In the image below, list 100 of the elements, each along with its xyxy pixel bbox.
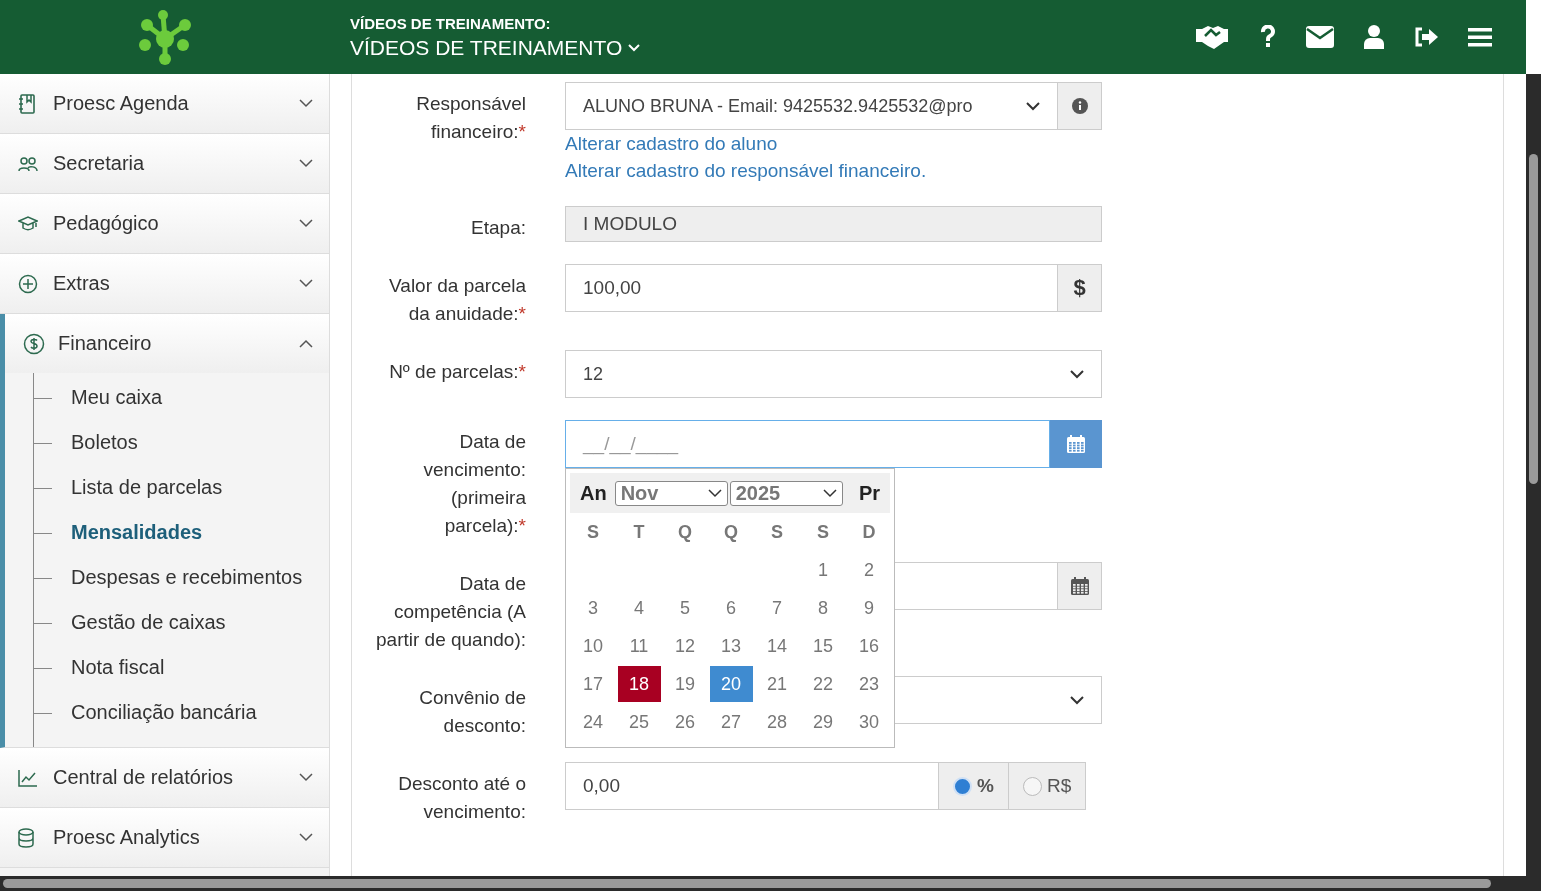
calendar-day[interactable]: 4 bbox=[617, 590, 661, 626]
calendar-day[interactable]: 2 bbox=[847, 552, 891, 588]
calendar-day[interactable]: 24 bbox=[571, 704, 615, 740]
calendar-day[interactable]: 9 bbox=[847, 590, 891, 626]
weekday-label: S bbox=[816, 521, 830, 543]
calendar-day[interactable]: 30 bbox=[847, 704, 891, 740]
sidebar-item[interactable]: Extras bbox=[0, 254, 329, 313]
date-field[interactable]: __/__/____ bbox=[565, 420, 1050, 468]
sidebar-item[interactable]: Central de relatórios bbox=[0, 748, 329, 807]
calendar-icon bbox=[1069, 576, 1090, 596]
month-select[interactable]: Nov bbox=[614, 480, 728, 506]
submenu-item[interactable]: Nota fiscal bbox=[34, 645, 329, 690]
readonly-field: I MODULO bbox=[565, 206, 1102, 242]
submenu-item[interactable]: Boletos bbox=[34, 420, 329, 465]
sidebar-item[interactable]: Proesc Analytics bbox=[0, 808, 329, 867]
previous-month-link[interactable]: An bbox=[574, 481, 613, 505]
field-label: Desconto até o vencimento: bbox=[397, 772, 526, 824]
weekday-label: S bbox=[586, 521, 600, 543]
calendar-day[interactable]: 5 bbox=[663, 590, 707, 626]
field-label: Data de competência (A partir de quando): bbox=[375, 572, 526, 652]
graduation-cap-icon bbox=[18, 215, 38, 232]
submenu-item[interactable]: Meu caixa bbox=[34, 375, 329, 420]
info-button[interactable] bbox=[1058, 82, 1102, 130]
horizontal-scrollbar[interactable] bbox=[0, 876, 1541, 891]
calendar-day[interactable]: 6 bbox=[709, 590, 753, 626]
link[interactable]: Alterar cadastro do responsável financeiro. bbox=[565, 157, 927, 184]
calendar-button[interactable] bbox=[1050, 420, 1102, 468]
field-label: Data de vencimento: (primeira parcela):* bbox=[422, 430, 526, 538]
chevron-down-icon bbox=[1026, 101, 1040, 111]
calendar-icon bbox=[1065, 434, 1086, 454]
calendar-day[interactable]: 29 bbox=[801, 704, 845, 740]
calendar-day[interactable]: 12 bbox=[663, 628, 707, 664]
field-label: Valor da parcela da anuidade:* bbox=[388, 274, 526, 326]
header-subtitle: VÍDEOS DE TREINAMENTO: bbox=[350, 14, 552, 32]
submenu-item[interactable]: Conciliação bancária bbox=[34, 690, 329, 735]
weekday-label: T bbox=[632, 521, 646, 543]
field-label: Convênio de desconto: bbox=[418, 686, 526, 738]
chevron-down-icon bbox=[1070, 369, 1084, 379]
calendar-day[interactable]: 17 bbox=[571, 666, 615, 702]
calendar-day[interactable]: 22 bbox=[801, 666, 845, 702]
plus-circle-icon bbox=[18, 273, 38, 294]
chevron-down-icon bbox=[707, 488, 722, 498]
calendar-day[interactable]: 19 bbox=[663, 666, 707, 702]
input-field[interactable]: 100,00 bbox=[565, 264, 1058, 312]
calendar-day[interactable]: 8 bbox=[801, 590, 845, 626]
chevron-down-icon bbox=[1070, 695, 1084, 705]
calendar-day[interactable]: 26 bbox=[663, 704, 707, 740]
calendar-button[interactable] bbox=[1058, 562, 1102, 610]
calendar-day[interactable]: 10 bbox=[571, 628, 615, 664]
sidebar-item[interactable]: Secretaria bbox=[0, 134, 329, 193]
calendar-day[interactable]: 16 bbox=[847, 628, 891, 664]
calendar-day[interactable]: 25 bbox=[617, 704, 661, 740]
chevron-icon bbox=[299, 99, 313, 108]
vertical-scrollbar[interactable] bbox=[1526, 74, 1541, 876]
weekday-label: D bbox=[861, 521, 877, 543]
calendar-day[interactable]: 3 bbox=[571, 590, 615, 626]
calendar-day[interactable]: 13 bbox=[709, 628, 753, 664]
dollar-circle-icon bbox=[23, 332, 45, 355]
weekday-label: Q bbox=[677, 521, 693, 543]
next-month-link[interactable]: Pr bbox=[852, 481, 886, 505]
calendar-day[interactable]: 7 bbox=[755, 590, 799, 626]
calendar-day[interactable]: 15 bbox=[801, 628, 845, 664]
calendar-day[interactable]: 18 bbox=[617, 666, 661, 702]
chevron-icon bbox=[299, 219, 313, 228]
calendar-day[interactable]: 28 bbox=[755, 704, 799, 740]
year-select[interactable]: 2025 bbox=[729, 480, 843, 506]
field-label: Responsável financeiro:* bbox=[415, 92, 526, 144]
calendar-day[interactable]: 1 bbox=[801, 552, 845, 588]
calendar-day[interactable]: 20 bbox=[709, 666, 753, 702]
link[interactable]: Alterar cadastro do aluno bbox=[565, 130, 778, 157]
select-field[interactable]: ALUNO BRUNA - Email: 9425532.9425532@pro bbox=[565, 82, 1058, 130]
chevron-down-icon bbox=[628, 42, 641, 53]
field-label: Nº de parcelas:* bbox=[388, 360, 526, 384]
field-label: Etapa: bbox=[470, 216, 526, 240]
submenu-item[interactable]: Lista de parcelas bbox=[34, 465, 329, 510]
calendar-day[interactable]: 21 bbox=[755, 666, 799, 702]
submenu-item[interactable]: Despesas e recebimentos bbox=[34, 555, 329, 600]
radio-option[interactable]: R$ bbox=[1008, 762, 1087, 810]
sidebar-item[interactable]: Proesc Agenda bbox=[0, 74, 329, 133]
calendar-day[interactable]: 23 bbox=[847, 666, 891, 702]
select-field[interactable]: 12 bbox=[565, 350, 1102, 398]
submenu-item[interactable]: Mensalidades bbox=[34, 510, 329, 555]
calendar-day[interactable]: 27 bbox=[709, 704, 753, 740]
chevron-icon bbox=[299, 833, 313, 842]
input-field[interactable]: 0,00 bbox=[565, 762, 939, 810]
module-dropdown[interactable]: VÍDEOS DE TREINAMENTO bbox=[350, 35, 641, 60]
chevron-icon bbox=[299, 279, 313, 288]
sidebar-item[interactable]: Pedagógico bbox=[0, 194, 329, 253]
database-icon bbox=[18, 827, 34, 848]
people-icon bbox=[18, 155, 38, 172]
submenu-item[interactable]: Gestão de caixas bbox=[34, 600, 329, 645]
chevron-icon bbox=[299, 339, 313, 348]
calendar-day[interactable]: 14 bbox=[755, 628, 799, 664]
info-icon bbox=[1071, 98, 1088, 114]
currency-addon: $ bbox=[1058, 264, 1102, 312]
calendar-day[interactable]: 11 bbox=[617, 628, 661, 664]
chevron-icon bbox=[299, 773, 313, 782]
sidebar-item[interactable]: Financeiro bbox=[5, 314, 329, 373]
book-icon bbox=[18, 93, 36, 114]
radio-option[interactable]: % bbox=[939, 762, 1009, 810]
